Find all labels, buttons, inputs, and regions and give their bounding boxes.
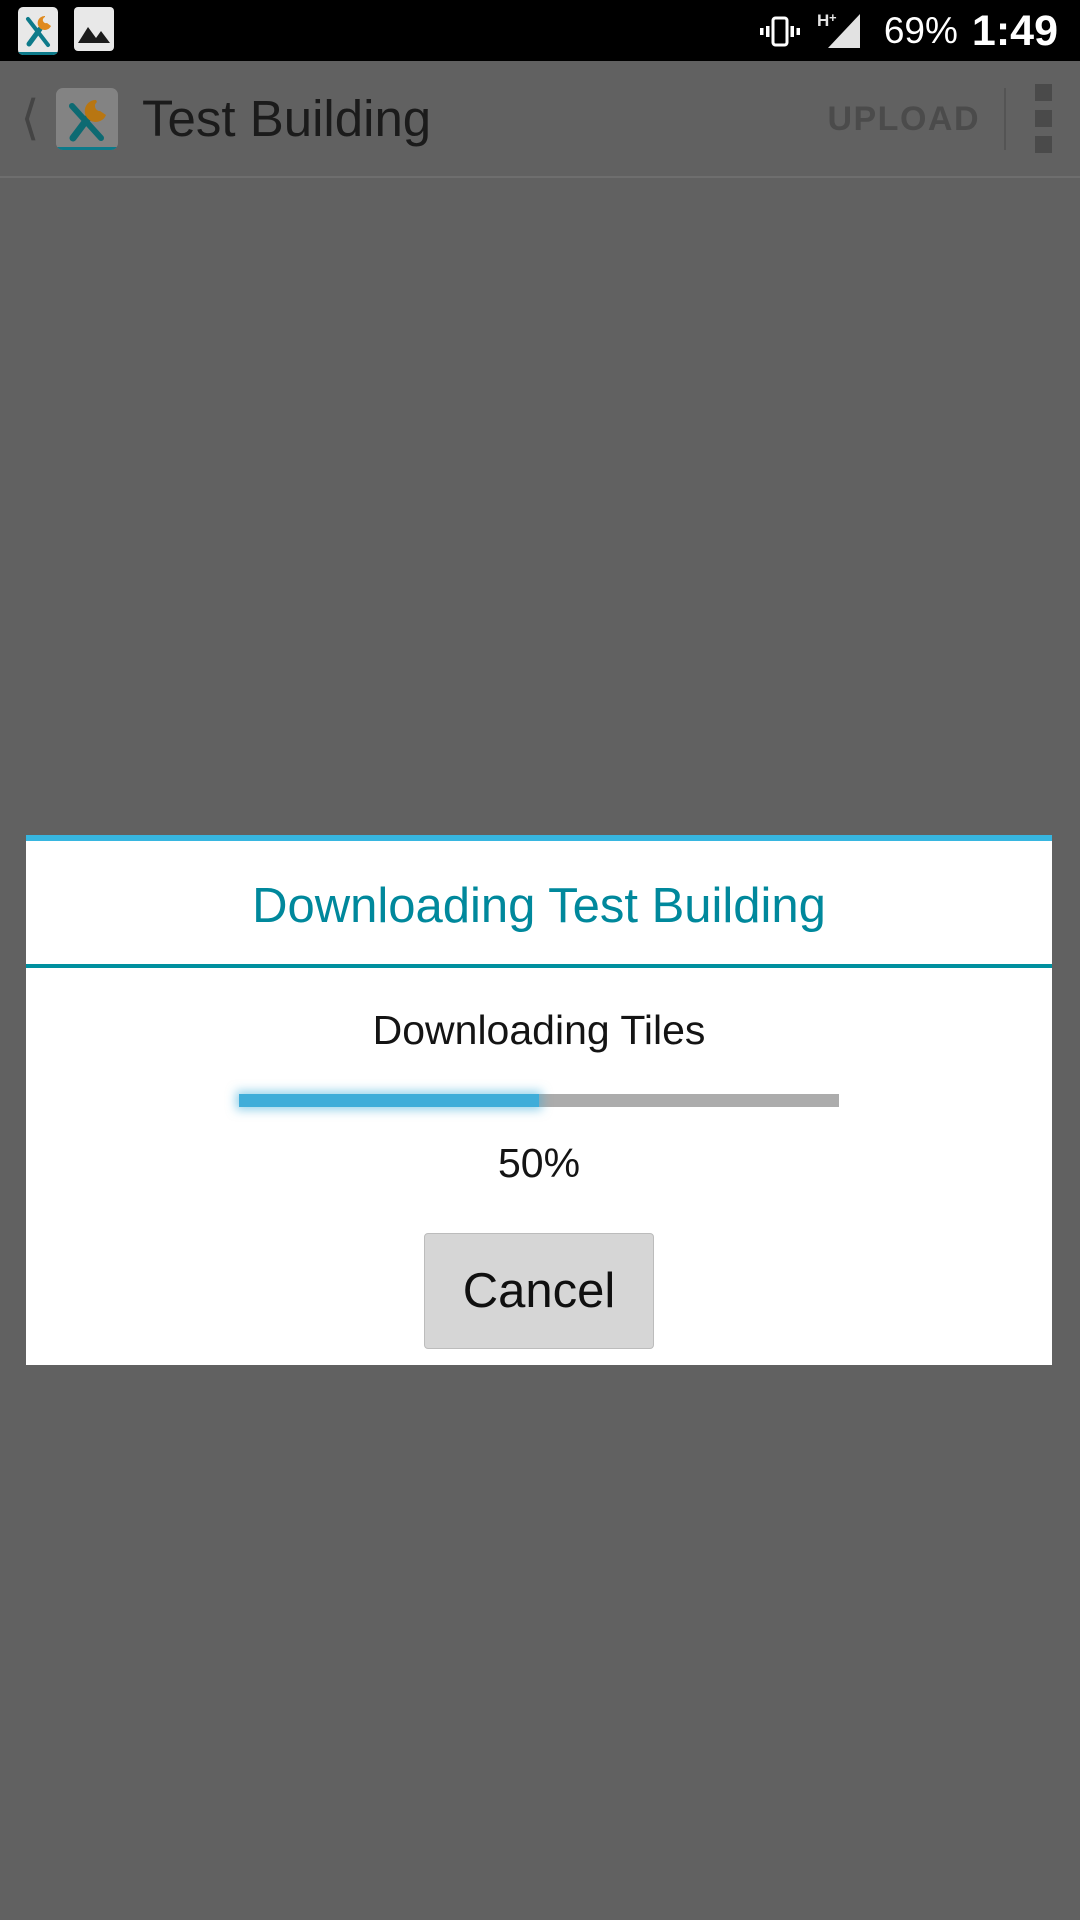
dialog-actions: Cancel (26, 1187, 1052, 1365)
page-title: Test Building (142, 90, 431, 148)
overflow-dot (1035, 136, 1052, 153)
progress-percentage: 50% (26, 1107, 1052, 1187)
status-bar-notifications (0, 7, 116, 55)
progress-bar-container (26, 1054, 1052, 1107)
tools-icon-underline (18, 52, 58, 55)
download-progress-dialog: Downloading Test Building Downloading Ti… (26, 835, 1052, 1365)
overflow-dot (1035, 110, 1052, 127)
overflow-menu-icon[interactable] (1006, 84, 1080, 153)
phone-screen: H + 69% 1:49 ⟨ Test Buildi (0, 0, 1080, 1920)
status-bar: H + 69% 1:49 (0, 0, 1080, 61)
svg-text:+: + (829, 10, 837, 25)
dialog-body: Downloading Tiles 50% Cancel (26, 968, 1052, 1365)
back-chevron-icon[interactable]: ⟨ (8, 95, 52, 143)
vibrate-icon (758, 9, 802, 53)
tools-icon (18, 7, 58, 55)
dialog-message: Downloading Tiles (26, 1006, 1052, 1054)
app-tools-notification (18, 7, 60, 55)
svg-text:H: H (817, 11, 829, 30)
action-bar: ⟨ Test Building UPLOAD (0, 61, 1080, 178)
progress-bar (239, 1094, 839, 1107)
cancel-button[interactable]: Cancel (424, 1233, 654, 1349)
tools-icon[interactable] (56, 88, 118, 150)
dialog-title: Downloading Test Building (26, 841, 1052, 964)
battery-percentage: 69% (884, 9, 958, 53)
gallery-notification (74, 7, 116, 55)
tools-icon-underline (56, 147, 118, 150)
overflow-dot (1035, 84, 1052, 101)
signal-bars-icon: H + (816, 9, 870, 53)
clock: 1:49 (972, 9, 1058, 53)
image-icon (74, 7, 114, 51)
status-bar-system-icons: H + 69% 1:49 (758, 9, 1080, 53)
progress-bar-fill (239, 1094, 539, 1107)
upload-button[interactable]: UPLOAD (827, 99, 980, 139)
